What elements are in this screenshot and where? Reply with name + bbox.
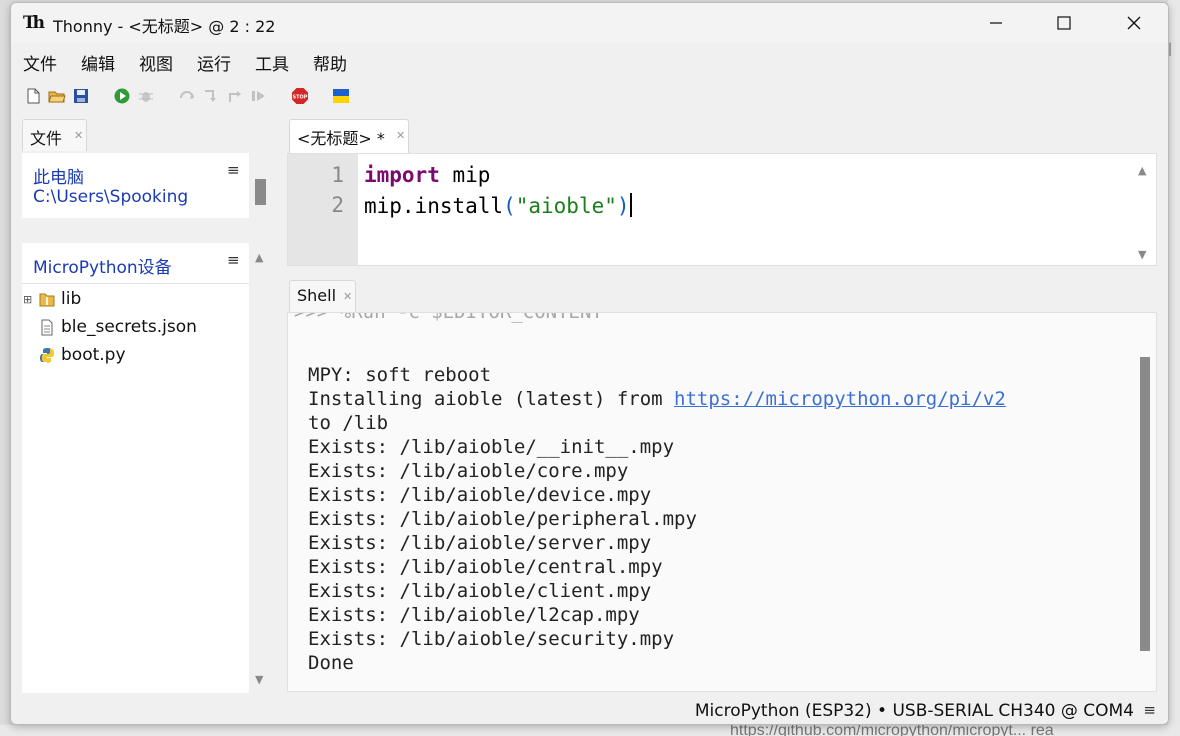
code-text: mip	[439, 163, 491, 187]
background-area	[1168, 0, 1180, 736]
code-editor[interactable]: 1 2 import mip mip.install("aioble") ▲ ▼	[287, 153, 1157, 266]
tree-item-file[interactable]: ble_secrets.json	[22, 315, 249, 341]
paren: (	[503, 194, 516, 218]
folder-icon	[39, 293, 55, 307]
device-menu-icon[interactable]: ≡	[227, 251, 240, 269]
text-caret	[629, 193, 632, 217]
this-pc-menu-icon[interactable]: ≡	[227, 161, 240, 179]
menu-tools[interactable]: 工具	[255, 50, 289, 75]
tree-item-file[interactable]: boot.py	[22, 343, 249, 369]
interpreter-status[interactable]: MicroPython (ESP32) • USB-SERIAL CH340 @…	[695, 701, 1134, 721]
scroll-up-icon[interactable]: ▲	[255, 251, 263, 264]
step-into-icon[interactable]	[202, 87, 220, 105]
toolbar: STOP	[11, 79, 1168, 115]
python-file-icon	[40, 348, 54, 363]
device-title[interactable]: MicroPython设备	[33, 253, 172, 278]
close-button[interactable]	[1111, 3, 1157, 43]
shell-output-line: Exists: /lib/aioble/client.mpy	[308, 580, 652, 602]
thonny-window: Th Thonny - <无标题> @ 2 : 22 文件 编辑 视图 运行 工…	[10, 2, 1169, 725]
tree-item-label: ble_secrets.json	[61, 317, 197, 337]
menu-help[interactable]: 帮助	[313, 50, 347, 75]
code-line[interactable]: import mip	[364, 163, 490, 187]
shell-output-line: Exists: /lib/aioble/peripheral.mpy	[308, 508, 697, 530]
keyword: import	[364, 163, 440, 187]
menu-bar: 文件 编辑 视图 运行 工具 帮助	[11, 45, 1168, 75]
scroll-down-icon[interactable]: ▼	[1138, 248, 1146, 261]
paren: )	[616, 194, 630, 218]
shell-output-line: Installing aioble (latest) from https://…	[308, 388, 1006, 410]
device-section: MicroPython设备 ≡ ⊞ lib ble_secrets.json b…	[22, 243, 249, 693]
shell-prompt-line: >>> %Run -c $EDITOR_CONTENT	[294, 312, 603, 323]
tab-files[interactable]: 文件 ✕	[22, 119, 87, 151]
string-literal: "aioble"	[515, 194, 617, 218]
tab-close-icon[interactable]: ✕	[396, 129, 405, 142]
shell-link[interactable]: https://micropython.org/pi/v2	[674, 388, 1006, 410]
tab-editor[interactable]: <无标题> * ✕	[289, 119, 409, 153]
tab-shell[interactable]: Shell ✕	[289, 280, 356, 312]
step-over-icon[interactable]	[178, 87, 196, 105]
window-title: Thonny - <无标题> @ 2 : 22	[53, 17, 276, 36]
line-number-gutter: 1 2	[288, 154, 358, 265]
shell-output-line: Exists: /lib/aioble/l2cap.mpy	[308, 604, 640, 626]
minimize-icon	[990, 22, 1002, 24]
status-bar: MicroPython (ESP32) • USB-SERIAL CH340 @…	[11, 697, 1168, 724]
close-icon	[1127, 16, 1141, 30]
shell-output-line: Done	[308, 652, 354, 674]
shell-output-line: Exists: /lib/aioble/server.mpy	[308, 532, 652, 554]
ukraine-flag-icon[interactable]	[332, 87, 350, 105]
divider	[22, 283, 249, 284]
debug-icon[interactable]	[137, 87, 155, 105]
status-menu-icon[interactable]: ≡	[1143, 701, 1156, 719]
scroll-up-icon[interactable]: ▲	[1138, 164, 1146, 177]
expand-icon[interactable]: ⊞	[23, 293, 32, 306]
shell-output-line: MPY: soft reboot	[308, 364, 492, 386]
menu-run[interactable]: 运行	[197, 50, 231, 75]
shell-output-line: Exists: /lib/aioble/security.mpy	[308, 628, 675, 650]
menu-view[interactable]: 视图	[139, 50, 173, 75]
files-panel: 此电脑 ≡ C:\Users\Spooking MicroPython设备 ≡ …	[22, 151, 274, 693]
tree-item-folder[interactable]: ⊞ lib	[22, 287, 249, 313]
tree-item-label: lib	[61, 289, 82, 309]
shell-output-line: to /lib	[308, 412, 389, 434]
line-number: 2	[331, 193, 344, 217]
shell-output-line: Exists: /lib/aioble/central.mpy	[308, 556, 663, 578]
tab-editor-label: <无标题> *	[297, 129, 385, 148]
this-pc-path[interactable]: C:\Users\Spooking	[33, 187, 188, 207]
step-out-icon[interactable]	[226, 87, 244, 105]
shell-text: Installing aioble (latest) from	[308, 388, 675, 410]
shell-output-line: Exists: /lib/aioble/core.mpy	[308, 460, 629, 482]
maximize-button[interactable]	[1041, 3, 1087, 43]
tab-shell-label: Shell	[297, 286, 337, 305]
file-icon	[41, 319, 53, 336]
line-number: 1	[331, 163, 344, 187]
open-file-icon[interactable]	[48, 87, 66, 105]
scrollbar-thumb[interactable]	[1140, 357, 1150, 651]
shell-output-line: Exists: /lib/aioble/device.mpy	[308, 484, 652, 506]
shell-console[interactable]: >>> %Run -c $EDITOR_CONTENT MPY: soft re…	[287, 312, 1157, 692]
new-file-icon[interactable]	[24, 87, 42, 105]
thonny-logo-icon: Th	[23, 13, 45, 33]
save-icon[interactable]	[72, 87, 90, 105]
this-pc-section: 此电脑 ≡ C:\Users\Spooking	[22, 153, 249, 218]
scroll-down-icon[interactable]: ▼	[255, 673, 263, 686]
title-bar[interactable]: Th Thonny - <无标题> @ 2 : 22	[11, 3, 1168, 43]
this-pc-title[interactable]: 此电脑	[33, 163, 84, 188]
minimize-button[interactable]	[973, 3, 1019, 43]
tab-close-icon[interactable]: ✕	[343, 290, 352, 303]
code-line[interactable]: mip.install("aioble")	[364, 193, 632, 218]
tab-files-label: 文件	[30, 129, 63, 148]
run-icon[interactable]	[113, 87, 131, 105]
code-text: mip.install	[364, 194, 504, 218]
shell-output-line: Exists: /lib/aioble/__init__.mpy	[308, 436, 675, 458]
resume-icon[interactable]	[250, 87, 268, 105]
menu-edit[interactable]: 编辑	[81, 50, 115, 75]
scrollbar-thumb[interactable]	[255, 179, 266, 205]
stop-icon[interactable]: STOP	[291, 87, 309, 105]
tree-item-label: boot.py	[61, 345, 126, 365]
svg-text:STOP: STOP	[293, 95, 308, 101]
maximize-icon	[1057, 16, 1071, 30]
tab-close-icon[interactable]: ✕	[74, 129, 83, 142]
menu-file[interactable]: 文件	[23, 50, 57, 75]
